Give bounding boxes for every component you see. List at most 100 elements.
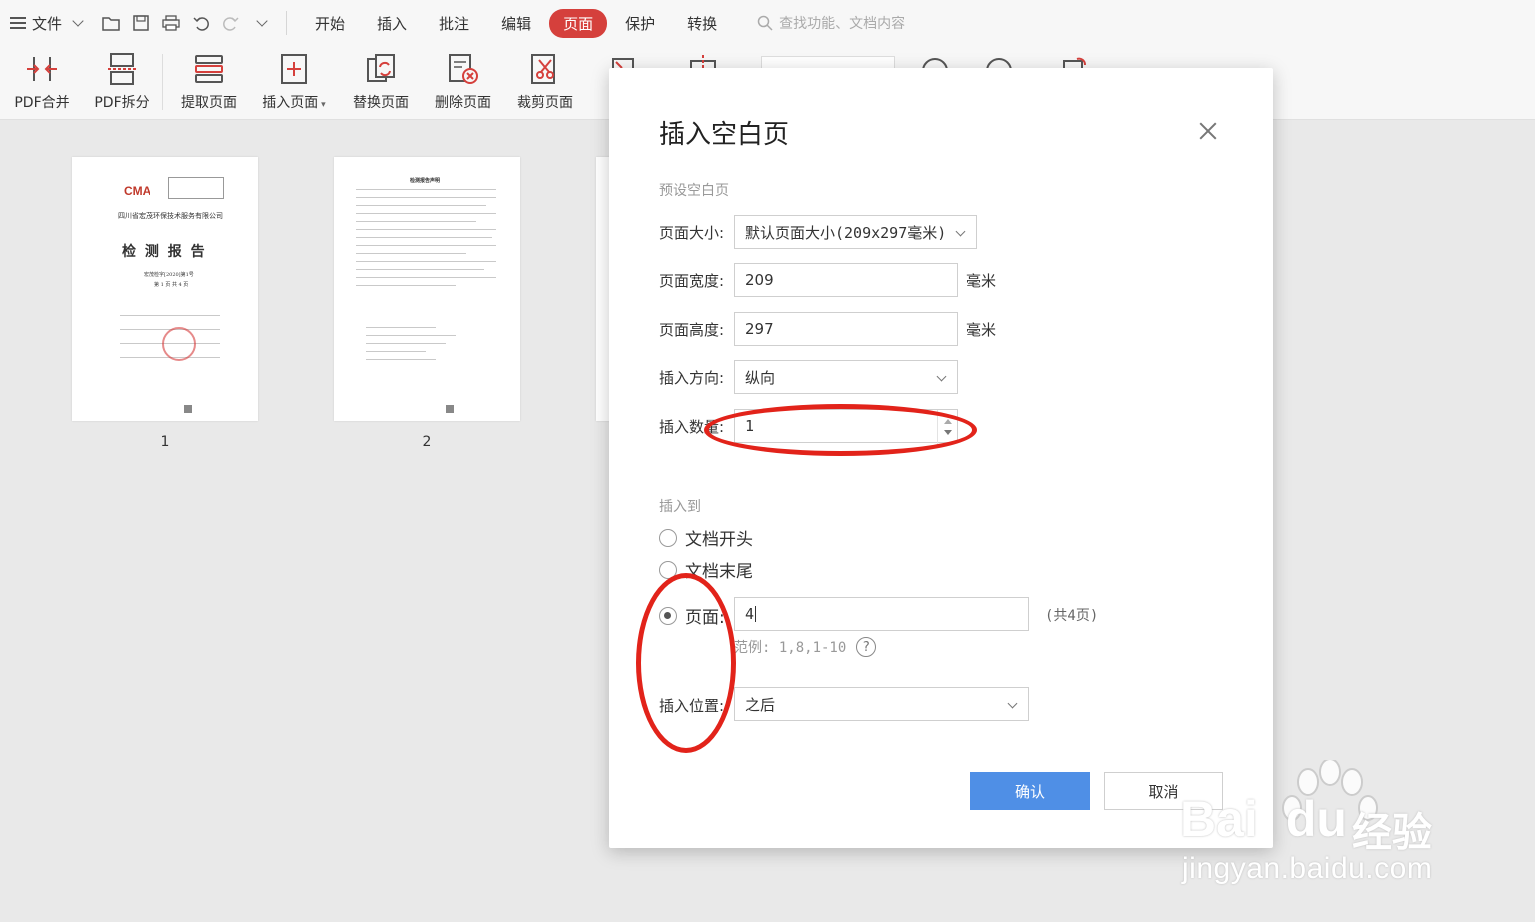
orientation-label: 插入方向: [659,369,725,387]
search-icon [757,15,773,31]
spinner-arrows-icon[interactable] [937,410,957,444]
preset-section-label: 预设空白页 [659,183,729,199]
merge-icon [25,52,59,86]
extract-page-label: 提取页面 [181,95,237,111]
delete-page-icon [446,52,480,86]
insert-position-label: 插入位置: [659,697,725,715]
page-width-label: 页面宽度: [659,272,725,290]
insert-to-section-label: 插入到 [659,499,701,515]
insert-page-button[interactable]: 插入页面 ▾ [259,46,329,120]
help-icon[interactable]: ? [856,637,877,657]
print-icon[interactable] [162,14,180,32]
hamburger-icon [10,17,26,29]
insert-position-select[interactable]: 之后 [734,687,1029,721]
thumb-subtitle-1: 宏茂检字[2020]第1号 [144,272,194,278]
pdf-merge-button[interactable]: PDF合并 [12,46,72,120]
page-number-1: 1 [160,434,170,450]
file-menu[interactable]: 文件 [10,13,88,34]
cma-logo-icon: CMA [124,184,150,198]
split-icon [105,52,139,86]
tab-annotate[interactable]: 批注 [425,9,483,38]
menubar: 文件 开始 插入 批注 编辑 页面 保护 转换 查找功能、文档内容 [0,0,1535,46]
radio-page[interactable]: 页面: [659,603,725,628]
crop-page-button[interactable]: 裁剪页面 [513,46,577,120]
chevron-down-icon [72,15,84,27]
tab-convert[interactable]: 转换 [673,9,731,38]
radio-doc-end[interactable]: 文档末尾 [659,557,753,582]
watermark-cn: 经验 [1352,810,1432,856]
tab-edit[interactable]: 编辑 [487,9,545,38]
crop-page-icon [528,52,562,86]
radio-doc-start[interactable]: 文档开头 [659,525,753,550]
customize-toolbar-icon[interactable] [256,15,268,27]
insert-page-label: 插入页面 ▾ [262,95,326,111]
file-menu-label: 文件 [32,14,63,33]
page-size-label: 页面大小: [659,224,725,242]
thumb-org-name: 四川省宏茂环保技术服务有限公司 [118,212,223,220]
page-size-value: 默认页面大小(209x297毫米) [745,223,947,242]
undo-icon[interactable] [192,14,210,32]
page-height-value: 297 [745,320,774,338]
search-placeholder: 查找功能、文档内容 [779,16,906,32]
confirm-button[interactable]: 确认 [970,772,1090,810]
tab-page[interactable]: 页面 [549,8,608,38]
extract-page-button[interactable]: 提取页面 [177,46,241,120]
pdf-merge-label: PDF合并 [14,95,70,111]
page-height-unit: 毫米 [966,321,997,339]
page-height-input[interactable]: 297 [734,312,958,346]
page-thumbnail-2[interactable]: 检测报告声明 [334,157,520,421]
delete-page-label: 删除页面 [435,95,491,111]
replace-page-button[interactable]: 替换页面 [349,46,413,120]
page-width-input[interactable]: 209 [734,263,958,297]
chevron-down-icon [936,371,947,382]
ribbon-separator [162,54,163,110]
total-pages-label: (共4页) [1045,608,1099,624]
insert-page-icon [277,52,311,86]
tab-insert[interactable]: 插入 [363,9,421,38]
dialog-title: 插入空白页 [659,120,790,150]
close-icon[interactable] [1197,120,1219,142]
orientation-select[interactable]: 纵向 [734,360,958,394]
page-number-value: 4 [745,605,755,623]
page-thumbnail-1[interactable]: CMA 四川省宏茂环保技术服务有限公司 检 测 报 告 宏茂检字[2020]第1… [72,157,258,421]
quick-access-toolbar [102,14,272,32]
range-hint-text: 范例: 1,8,1-10 [734,640,847,656]
orientation-value: 纵向 [745,368,776,387]
insert-position-value: 之后 [745,695,776,714]
radio-circle [659,528,677,547]
redo-icon[interactable] [222,14,240,32]
tab-start[interactable]: 开始 [301,9,359,38]
radio-doc-end-label: 文档末尾 [685,562,753,582]
chevron-down-icon [955,226,966,237]
save-icon[interactable] [132,14,150,32]
radio-circle-selected [659,606,677,625]
page-width-unit: 毫米 [966,272,997,290]
insert-count-label: 插入数量: [659,418,725,436]
delete-page-button[interactable]: 删除页面 [431,46,495,120]
qr-code-icon [446,405,454,413]
thumb-heading: 检测报告声明 [410,178,441,184]
watermark-brand: Bai du [1180,791,1347,847]
insert-count-spinner[interactable]: 1 [734,409,958,444]
thumb-title: 检 测 报 告 [122,244,207,260]
search-box[interactable]: 查找功能、文档内容 [757,13,905,33]
watermark-url: jingyan.baidu.com [1182,852,1433,885]
extract-page-icon [192,52,226,86]
doc-number-box [168,177,224,199]
ribbon-tabs: 开始 插入 批注 编辑 页面 保护 转换 [301,8,735,38]
qr-code-icon [184,405,192,413]
chevron-down-icon [1007,698,1018,709]
radio-doc-start-label: 文档开头 [685,530,753,550]
pdf-split-button[interactable]: PDF拆分 [92,46,152,120]
page-height-label: 页面高度: [659,321,725,339]
tab-protect[interactable]: 保护 [611,9,669,38]
radio-circle [659,560,677,579]
thumb-subtitle-2: 第 1 页 共 4 页 [154,282,189,288]
page-number-input[interactable]: 4 [734,597,1029,631]
range-hint: 范例: 1,8,1-10 ? [734,637,877,657]
page-size-select[interactable]: 默认页面大小(209x297毫米) [734,215,977,249]
red-seal-stamp [162,327,196,361]
open-folder-icon[interactable] [102,14,120,32]
text-cursor [755,606,757,622]
replace-page-label: 替换页面 [353,95,409,111]
